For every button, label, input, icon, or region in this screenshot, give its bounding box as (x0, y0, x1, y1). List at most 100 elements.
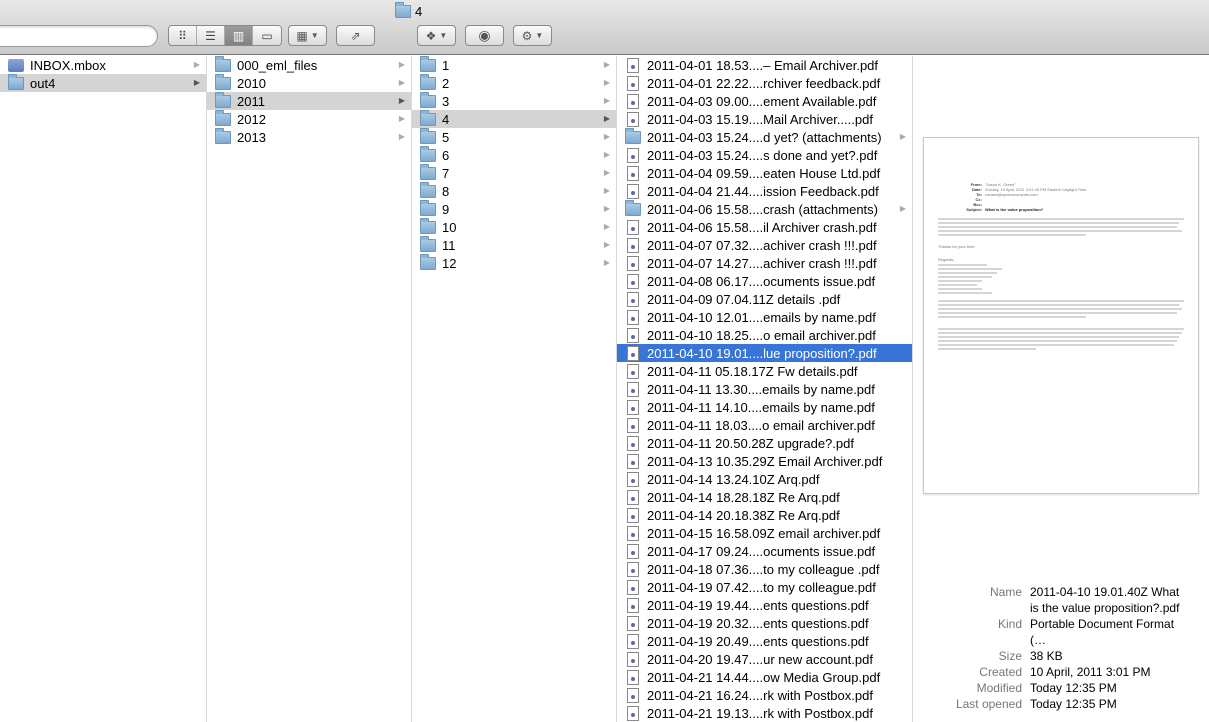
list-item[interactable]: 3 ▶ (412, 91, 616, 110)
list-item[interactable]: 12 ▶ (412, 253, 616, 272)
chevron-down-icon: ▼ (439, 31, 448, 40)
browser-column-2[interactable]: 000_eml_files ▶ 2010 ▶ 2011 ▶ 2012 ▶ 2013 ▶ (207, 56, 412, 722)
item-label: 7 (442, 165, 450, 181)
preview-text-line (938, 336, 1180, 338)
quick-look-button[interactable]: ◉ (465, 25, 504, 46)
folder-icon (420, 253, 436, 270)
pdf-file-icon (627, 147, 639, 163)
list-item[interactable]: 1 ▶ (412, 56, 616, 74)
preview-text-line (938, 328, 1184, 330)
browser-column-3[interactable]: 1 ▶ 2 ▶ 3 ▶ 4 ▶ 5 ▶ 6 ▶ 7 ▶ 8 ▶ 9 ▶ 10 ▶ 11 ▶ 12 ▶ (412, 56, 617, 722)
list-item[interactable]: 2011-04-03 15.24....d yet? (attachments)… (617, 127, 912, 146)
folder-icon (215, 109, 231, 126)
list-item[interactable]: 2011-04-21 14.44....ow Media Group.pdf (617, 668, 912, 686)
item-label: 2011-04-21 16.24....rk with Postbox.pdf (647, 687, 873, 703)
list-item[interactable]: 2011-04-15 16.58.09Z email archiver.pdf (617, 524, 912, 542)
arrange-button[interactable]: ▦ ▼ (288, 25, 327, 46)
preview-text-line (938, 264, 988, 266)
info-label: Modified (976, 681, 1022, 695)
toolbar: 4 ⠿ ☰ ▥ ▭ ▦ ▼ ⇗ ❖ ▼ ◉ ⚙ ▼ (0, 0, 1209, 55)
disclosure-arrow-icon: ▶ (603, 150, 610, 159)
list-item[interactable]: 2011-04-14 20.18.38Z Re Arq.pdf (617, 506, 912, 524)
list-item[interactable]: 2011-04-10 19.01....lue proposition?.pdf (617, 344, 912, 362)
list-item[interactable]: 2011-04-03 15.19....Mail Archiver.....pd… (617, 110, 912, 128)
info-label: Kind (997, 617, 1022, 631)
list-item[interactable]: 2011-04-06 15.58....crash (attachments) ▶ (617, 199, 912, 218)
list-item[interactable]: 2011-04-11 13.30....emails by name.pdf (617, 380, 912, 398)
list-item[interactable]: 2011-04-08 06.17....ocuments issue.pdf (617, 272, 912, 290)
list-item[interactable]: 2011-04-21 19.13....rk with Postbox.pdf (617, 704, 912, 722)
list-item[interactable]: 2011-04-03 09.00....ement Available.pdf (617, 92, 912, 110)
list-item[interactable]: 2011-04-03 15.24....s done and yet?.pdf (617, 146, 912, 164)
item-label: 2011-04-18 07.36....to my colleague .pdf (647, 561, 880, 577)
disclosure-arrow-icon: ▶ (398, 78, 405, 87)
list-item[interactable]: 2011-04-11 20.50.28Z upgrade?.pdf (617, 434, 912, 452)
pdf-file-icon (627, 273, 639, 289)
dropbox-button[interactable]: ❖ ▼ (417, 25, 456, 46)
folder-icon (395, 2, 411, 18)
list-view-button[interactable]: ☰ (197, 26, 225, 45)
preview-text-line (938, 234, 1086, 236)
action-button[interactable]: ⚙ ▼ (513, 25, 552, 46)
list-item[interactable]: 2011-04-17 09.24....ocuments issue.pdf (617, 542, 912, 560)
file-preview-thumbnail: From: "Jason K. Green" Date: Sunday, 10 Apr… (923, 137, 1199, 494)
browser-column-4[interactable]: 2011-04-01 18.53....– Email Archiver.pdf… (617, 56, 913, 722)
list-item[interactable]: 000_eml_files ▶ (207, 56, 411, 74)
list-item[interactable]: 2011-04-11 05.18.17Z Fw details.pdf (617, 362, 912, 380)
preview-text: Regards, (938, 257, 955, 262)
list-item[interactable]: 2011 ▶ (207, 91, 411, 110)
browser-column-1[interactable]: INBOX.mbox ▶ out4 ▶ (0, 56, 207, 722)
list-item[interactable]: 2011-04-09 07.04.11Z details .pdf (617, 290, 912, 308)
list-item[interactable]: 2011-04-18 07.36....to my colleague .pdf (617, 560, 912, 578)
icon-view-button[interactable]: ⠿ (169, 26, 197, 45)
list-item[interactable]: 10 ▶ (412, 217, 616, 236)
list-item[interactable]: 2011-04-01 18.53....– Email Archiver.pdf (617, 56, 912, 74)
list-item[interactable]: 2011-04-14 18.28.18Z Re Arq.pdf (617, 488, 912, 506)
list-item[interactable]: out4 ▶ (0, 73, 206, 92)
list-item[interactable]: 2011-04-07 07.32....achiver crash !!!.pd… (617, 236, 912, 254)
list-item[interactable]: 6 ▶ (412, 145, 616, 164)
list-item[interactable]: 2011-04-13 10.35.29Z Email Archiver.pdf (617, 452, 912, 470)
chevron-down-icon: ▼ (310, 31, 319, 40)
list-item[interactable]: 2011-04-10 12.01....emails by name.pdf (617, 308, 912, 326)
list-item[interactable]: 2011-04-07 14.27....achiver crash !!!.pd… (617, 254, 912, 272)
list-item[interactable]: 2011-04-04 21.44....ission Feedback.pdf (617, 182, 912, 200)
column-view-button[interactable]: ▥ (225, 26, 253, 45)
pdf-file-icon (627, 651, 639, 667)
item-label: 2011-04-03 15.19....Mail Archiver.....pd… (647, 111, 873, 127)
list-item[interactable]: 2011-04-19 19.44....ents questions.pdf (617, 596, 912, 614)
list-item[interactable]: 7 ▶ (412, 163, 616, 182)
list-item[interactable]: 2012 ▶ (207, 109, 411, 128)
list-item[interactable]: 8 ▶ (412, 181, 616, 200)
list-item[interactable]: 4 ▶ (412, 109, 616, 128)
coverflow-view-button[interactable]: ▭ (253, 26, 281, 45)
list-item[interactable]: 2011-04-10 18.25....o email archiver.pdf (617, 326, 912, 344)
list-item[interactable]: 2011-04-19 20.32....ents questions.pdf (617, 614, 912, 632)
list-item[interactable]: 2011-04-14 13.24.10Z Arq.pdf (617, 470, 912, 488)
list-item[interactable]: 2013 ▶ (207, 127, 411, 146)
list-item[interactable]: 5 ▶ (412, 127, 616, 146)
list-item[interactable]: 9 ▶ (412, 199, 616, 218)
item-label: 2 (442, 75, 450, 91)
item-label: 2011-04-06 15.58....il Archiver crash.pd… (647, 219, 877, 235)
list-item[interactable]: 2011-04-01 22.22....rchiver feedback.pdf (617, 74, 912, 92)
list-item[interactable]: 2011-04-11 18.03....o email archiver.pdf (617, 416, 912, 434)
list-item[interactable]: 2011-04-20 19.47....ur new account.pdf (617, 650, 912, 668)
list-item[interactable]: 2011-04-04 09.59....eaten House Ltd.pdf (617, 164, 912, 182)
list-item[interactable]: 2011-04-19 07.42....to my colleague.pdf (617, 578, 912, 596)
list-item[interactable]: 2011-04-06 15.58....il Archiver crash.pd… (617, 218, 912, 236)
dropbox-icon: ❖ (425, 28, 437, 43)
pdf-file-icon (627, 237, 639, 253)
list-item[interactable]: 2 ▶ (412, 73, 616, 92)
share-button[interactable]: ⇗ (336, 25, 375, 46)
list-item[interactable]: 2010 ▶ (207, 73, 411, 92)
search-input[interactable] (0, 25, 158, 47)
list-item[interactable]: 2011-04-11 14.10....emails by name.pdf (617, 398, 912, 416)
list-item[interactable]: 2011-04-19 20.49....ents questions.pdf (617, 632, 912, 650)
pdf-file-icon (627, 687, 639, 703)
item-label: 2011-04-20 19.47....ur new account.pdf (647, 651, 873, 667)
list-item[interactable]: 11 ▶ (412, 235, 616, 254)
list-item[interactable]: INBOX.mbox ▶ (0, 56, 206, 74)
list-item[interactable]: 2011-04-21 16.24....rk with Postbox.pdf (617, 686, 912, 704)
disclosure-arrow-icon: ▶ (603, 204, 610, 213)
